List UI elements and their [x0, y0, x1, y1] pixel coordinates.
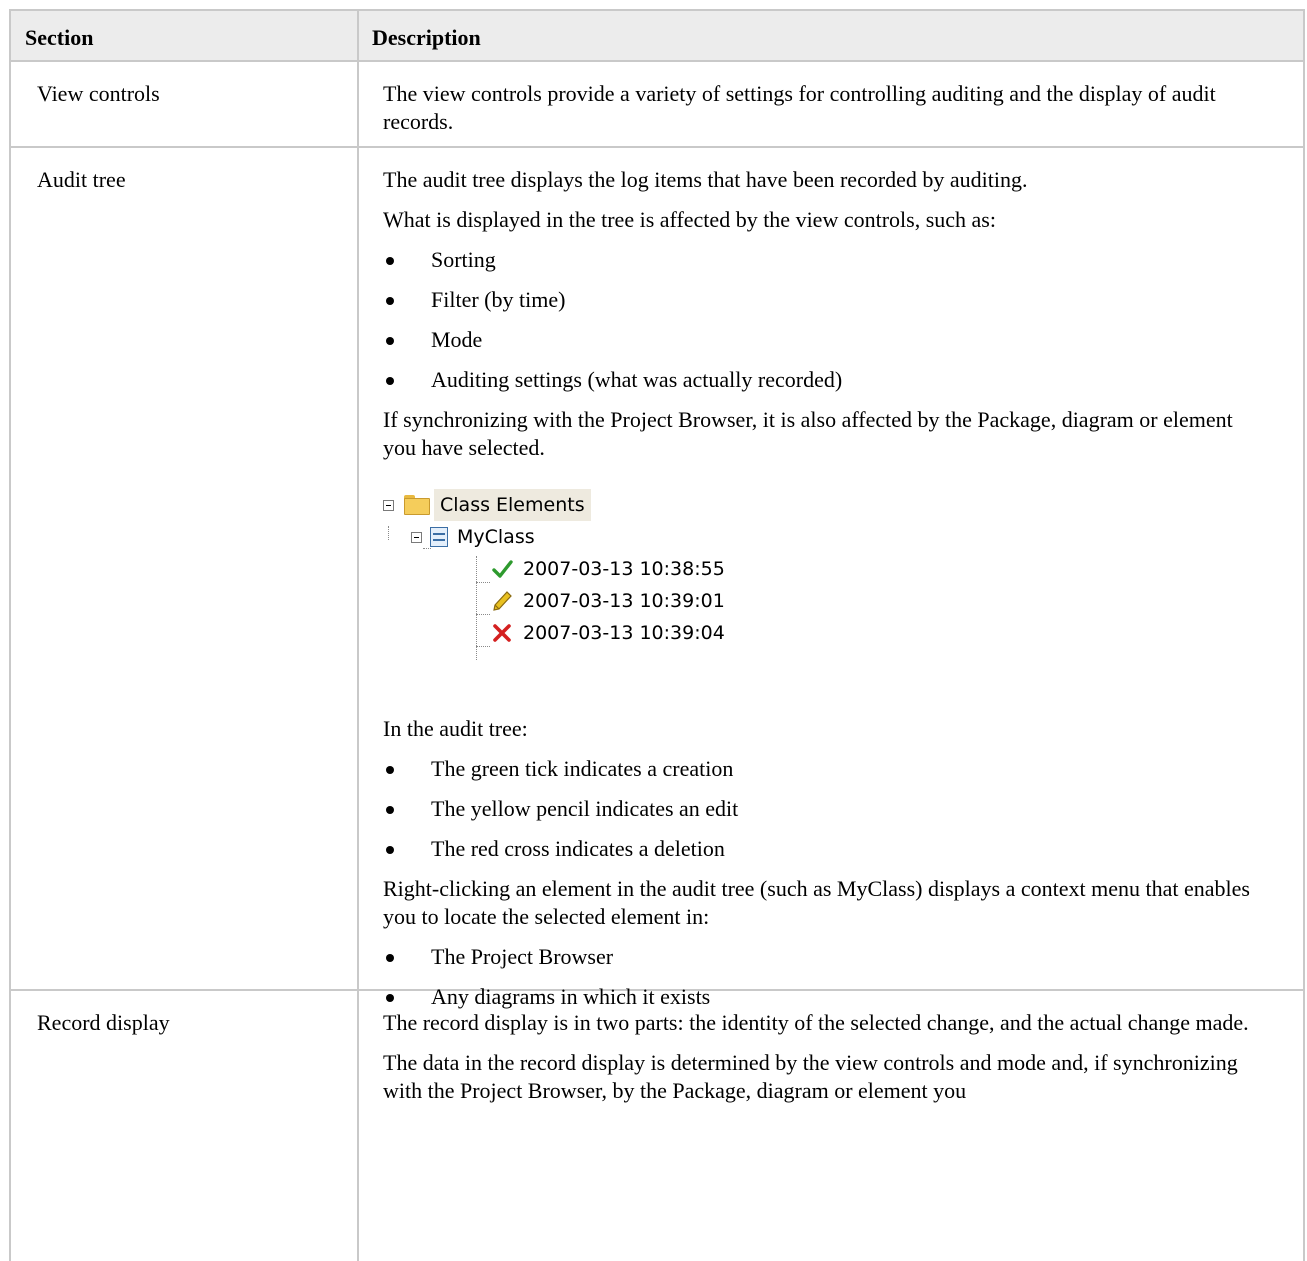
tree-node-child[interactable]: MyClass	[411, 522, 535, 552]
row-description: The record display is in two parts: the …	[359, 991, 1303, 1261]
list-item: Mode	[383, 326, 1263, 354]
tree-entry-time: 2007-03-13 10:38:55	[523, 558, 725, 580]
paragraph: The data in the record display is determ…	[383, 1050, 1238, 1103]
row-description: The view controls provide a variety of s…	[359, 62, 1303, 146]
list-item: Filter (by time)	[383, 286, 1263, 314]
paragraph: The record display is in two parts: the …	[383, 1010, 1249, 1035]
folder-icon	[404, 495, 430, 515]
tree-entry[interactable]: 2007-03-13 10:39:01	[491, 586, 725, 616]
paragraph: The audit tree displays the log items th…	[383, 167, 1028, 192]
row-section-label: Record display	[11, 991, 359, 1261]
bullet-list: The Project Browser Any diagrams in whic…	[383, 943, 1263, 1011]
table-row: View controls The view controls provide …	[11, 62, 1303, 148]
collapse-toggle-icon[interactable]	[383, 499, 394, 511]
header-description: Description	[372, 25, 481, 50]
list-item: Any diagrams in which it exists	[383, 983, 1263, 1011]
green-tick-icon	[492, 560, 513, 578]
list-item: The green tick indicates a creation	[383, 755, 1263, 783]
table-row: Record display The record display is in …	[11, 991, 1303, 1261]
paragraph: Right-clicking an element in the audit t…	[383, 876, 1250, 929]
list-item: The Project Browser	[383, 943, 1263, 971]
list-item: The red cross indicates a deletion	[383, 835, 1263, 863]
yellow-pencil-icon	[493, 591, 512, 611]
tree-node-root[interactable]: Class Elements	[383, 489, 591, 521]
tree-node-label: MyClass	[457, 526, 535, 548]
row-description-text: The view controls provide a variety of s…	[383, 81, 1216, 134]
audit-tree-screenshot: Class Elements MyClass 2007-03-13 10:38:…	[383, 489, 1263, 715]
paragraph: If synchronizing with the Project Browse…	[383, 407, 1233, 460]
bullet-list: The green tick indicates a creation The …	[383, 755, 1263, 863]
header-section: Section	[11, 11, 359, 60]
table-header: Section Description	[11, 11, 1303, 62]
red-cross-icon	[493, 624, 511, 642]
row-section-label: View controls	[11, 62, 359, 146]
list-item: The yellow pencil indicates an edit	[383, 795, 1263, 823]
tree-entry-time: 2007-03-13 10:39:01	[523, 590, 725, 612]
paragraph: In the audit tree:	[383, 716, 528, 741]
class-icon	[430, 527, 448, 547]
list-item: Sorting	[383, 246, 1263, 274]
table-row: Audit tree The audit tree displays the l…	[11, 148, 1303, 1009]
row-section-label: Audit tree	[11, 148, 359, 989]
description-table: Section Description View controls The vi…	[9, 9, 1305, 1261]
tree-node-label: Class Elements	[434, 489, 591, 521]
collapse-toggle-icon[interactable]	[411, 531, 422, 543]
list-item: Auditing settings (what was actually rec…	[383, 366, 1263, 394]
paragraph: What is displayed in the tree is affecte…	[383, 207, 996, 232]
row-description: The audit tree displays the log items th…	[359, 148, 1303, 1009]
tree-entry[interactable]: 2007-03-13 10:39:04	[491, 618, 725, 648]
bullet-list: Sorting Filter (by time) Mode Auditing s…	[383, 246, 1263, 394]
tree-entry-time: 2007-03-13 10:39:04	[523, 622, 725, 644]
tree-entry[interactable]: 2007-03-13 10:38:55	[491, 554, 725, 584]
